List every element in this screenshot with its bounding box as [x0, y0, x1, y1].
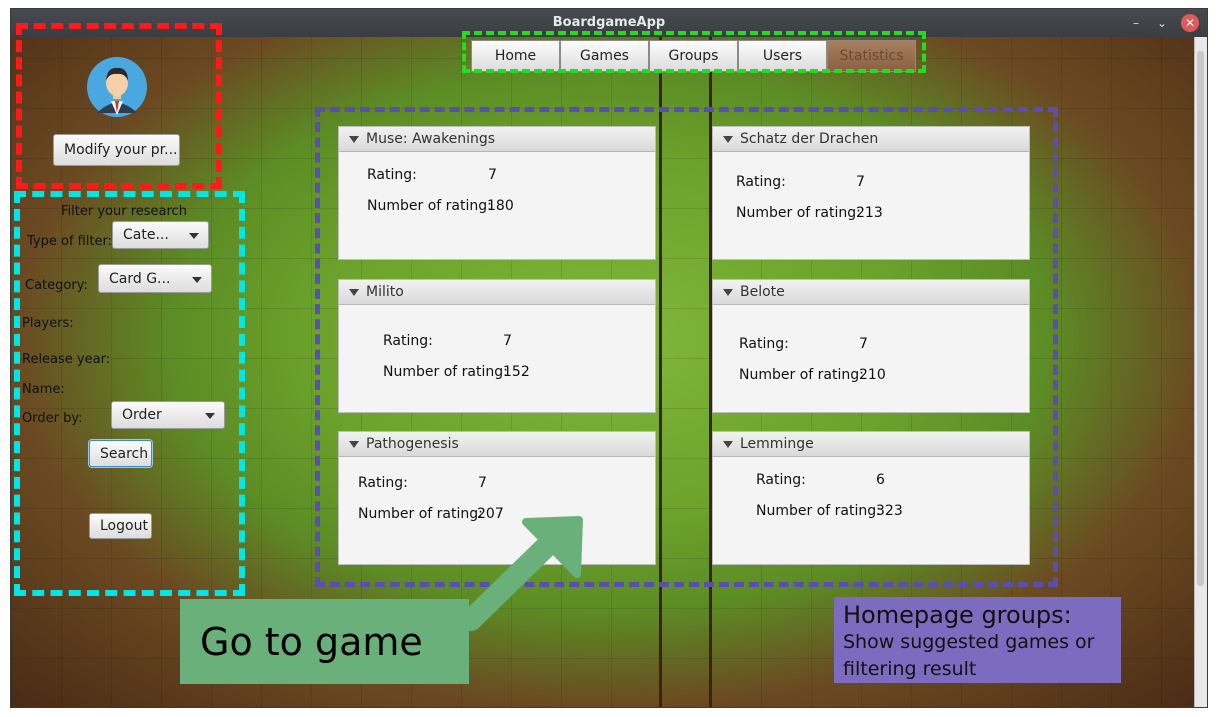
- vertical-scrollbar[interactable]: [1194, 37, 1207, 707]
- main-content: Home Games Groups Users Statistics Modif…: [11, 23, 1207, 707]
- annotation-line: filtering result: [843, 658, 977, 680]
- games-highlight-box: [315, 107, 1058, 587]
- annotation-line: Show suggested games or: [843, 631, 1095, 653]
- scrollbar-thumb[interactable]: [1197, 51, 1204, 586]
- filter-highlight-box: [14, 191, 245, 596]
- close-button[interactable]: ✕: [1181, 14, 1199, 32]
- minimize-button[interactable]: –: [1127, 14, 1145, 32]
- homepage-groups-annotation: Homepage groups: Show suggested games or…: [834, 597, 1121, 683]
- profile-highlight-box: [16, 23, 222, 189]
- maximize-button[interactable]: ⌄: [1153, 14, 1171, 32]
- annotation-title: Homepage groups:: [843, 601, 1072, 629]
- app-window: BoardgameApp – ⌄ ✕ Home Games Groups Use…: [10, 8, 1208, 708]
- navigation-highlight-box: [462, 31, 926, 73]
- go-to-game-annotation: Go to game: [180, 599, 469, 684]
